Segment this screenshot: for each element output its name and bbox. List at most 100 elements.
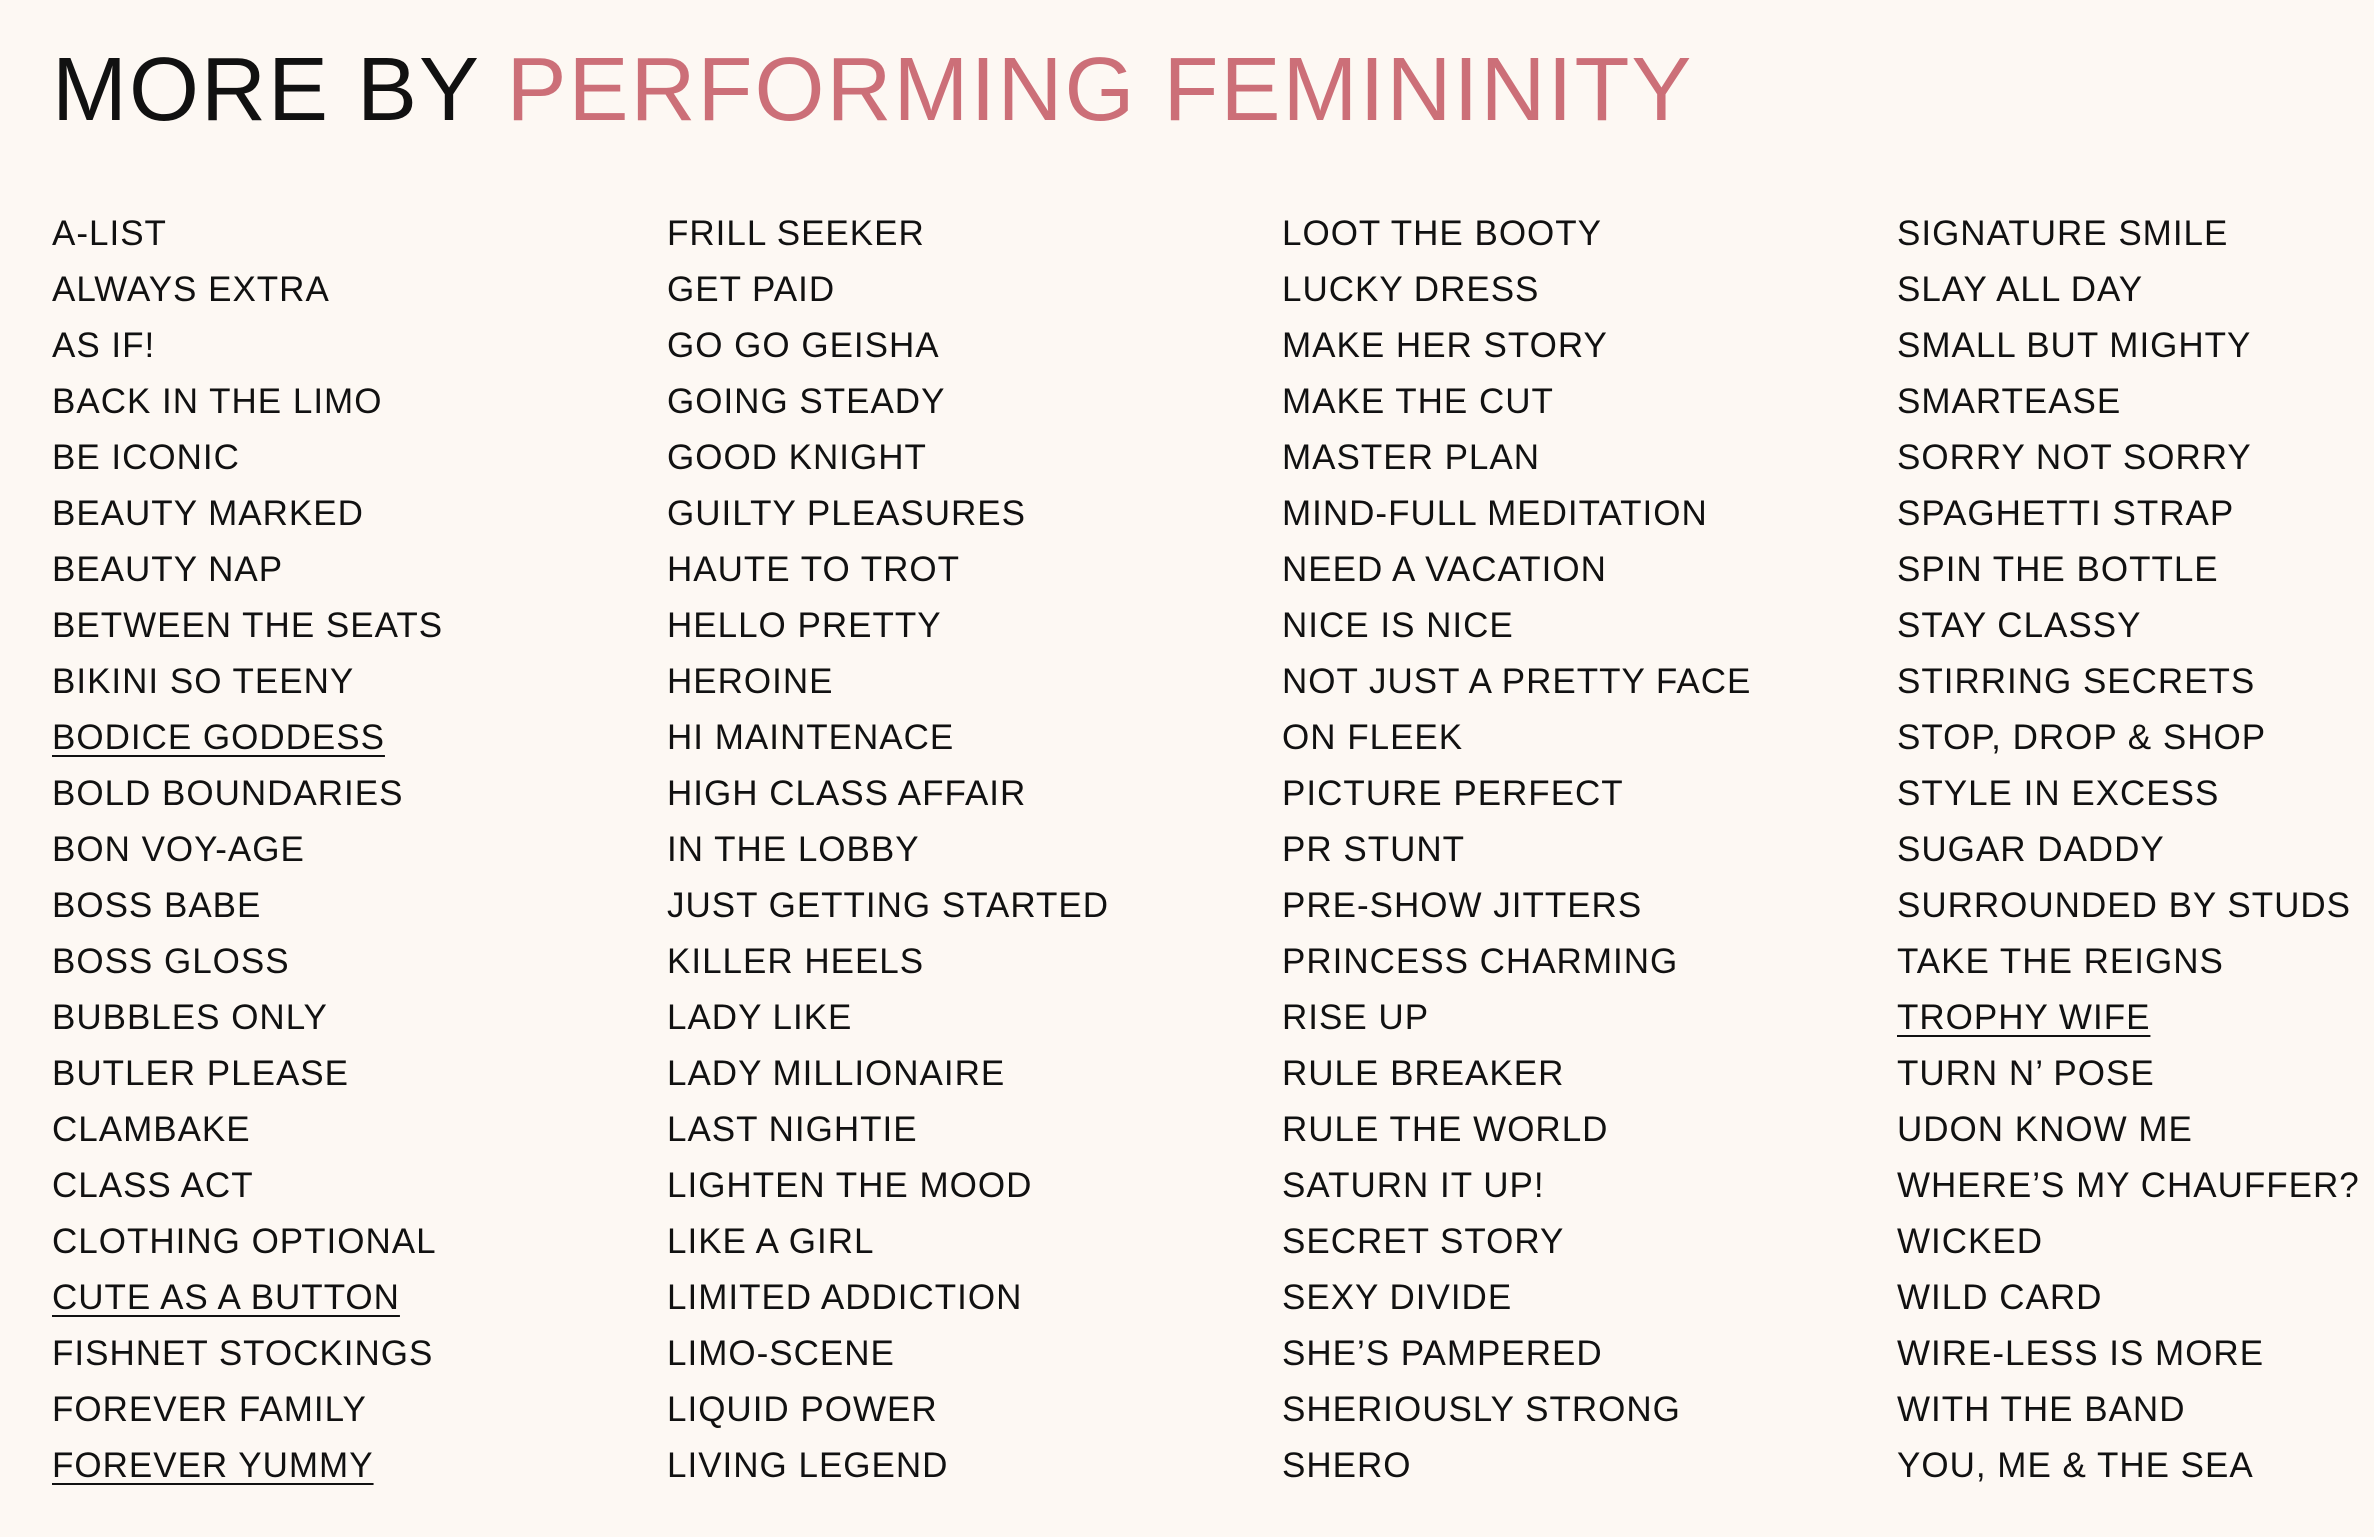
shade-link[interactable]: CUTE AS A BUTTON (52, 1270, 667, 1326)
shade-column-1: A-LIST ALWAYS EXTRA AS IF! BACK IN THE LIMO… (52, 206, 667, 1494)
shade-item: SHERO (1282, 1446, 1412, 1485)
shade-item: KILLER HEELS (667, 942, 925, 981)
shade-item: BIKINI SO TEENY (52, 662, 355, 701)
shade-item: LIVING LEGEND (667, 1446, 949, 1485)
shade-item: CLAMBAKE (52, 1110, 251, 1149)
shade-item: RULE THE WORLD (1282, 1110, 1609, 1149)
shade-item: SUGAR DADDY (1897, 830, 2165, 869)
shade-item: JUST GETTING STARTED (667, 886, 1109, 925)
shade-item: SEXY DIVIDE (1282, 1278, 1513, 1317)
shade-item: SHE’S PAMPERED (1282, 1334, 1603, 1373)
shade-item: MAKE HER STORY (1282, 326, 1608, 365)
shade-item: CLOTHING OPTIONAL (52, 1222, 437, 1261)
shade-item: BOLD BOUNDARIES (52, 774, 404, 813)
shade-item: SHERIOUSLY STRONG (1282, 1390, 1681, 1429)
shade-item: LADY LIKE (667, 998, 853, 1037)
shade-item: CLASS ACT (52, 1166, 254, 1205)
shade-item: HELLO PRETTY (667, 606, 942, 645)
shade-item: GOING STEADY (667, 382, 946, 421)
title-brand-name: PERFORMING FEMININITY (506, 40, 1694, 140)
shade-item: SPAGHETTI STRAP (1897, 494, 2235, 533)
shade-item: SECRET STORY (1282, 1222, 1565, 1261)
shade-item: WILD CARD (1897, 1278, 2103, 1317)
shade-item: AS IF! (52, 326, 156, 365)
shade-item: GO GO GEISHA (667, 326, 940, 365)
shade-item: NEED A VACATION (1282, 550, 1607, 589)
shade-item: LAST NIGHTIE (667, 1110, 918, 1149)
shade-item: BETWEEN THE SEATS (52, 606, 444, 645)
shade-item: SIGNATURE SMILE (1897, 214, 2229, 253)
shade-item: PRINCESS CHARMING (1282, 942, 1679, 981)
shade-item: BACK IN THE LIMO (52, 382, 383, 421)
shade-item: BON VOY-AGE (52, 830, 305, 869)
shade-item: LOOT THE BOOTY (1282, 214, 1602, 253)
shade-item: SORRY NOT SORRY (1897, 438, 2252, 477)
shade-item: HIGH CLASS AFFAIR (667, 774, 1027, 813)
shade-item: SMALL BUT MIGHTY (1897, 326, 2252, 365)
shade-item: MASTER PLAN (1282, 438, 1540, 477)
shade-item: ON FLEEK (1282, 718, 1464, 757)
shade-item: WITH THE BAND (1897, 1390, 2186, 1429)
shade-item: STOP, DROP & SHOP (1897, 718, 2267, 757)
shade-item: BEAUTY NAP (52, 550, 284, 589)
shade-column-3: LOOT THE BOOTY LUCKY DRESS MAKE HER STORY M… (1282, 206, 1897, 1494)
shade-item: FOREVER FAMILY (52, 1390, 367, 1429)
shade-item: PR STUNT (1282, 830, 1465, 869)
shade-item: ALWAYS EXTRA (52, 270, 330, 309)
shade-item: LIMO-SCENE (667, 1334, 895, 1373)
shade-item: LIKE A GIRL (667, 1222, 875, 1261)
shade-item: FISHNET STOCKINGS (52, 1334, 434, 1373)
shade-item: MIND-FULL MEDITATION (1282, 494, 1708, 533)
shade-item: A-LIST (52, 214, 167, 253)
shade-list: A-LIST ALWAYS EXTRA AS IF! BACK IN THE LIMO… (52, 206, 2362, 1494)
shade-item: BUBBLES ONLY (52, 998, 328, 1037)
shade-item: SURROUNDED BY STUDS (1897, 886, 2351, 925)
shade-item: STYLE IN EXCESS (1897, 774, 2220, 813)
shade-item: LADY MILLIONAIRE (667, 1054, 1006, 1093)
shade-item: WHERE’S MY CHAUFFER? (1897, 1166, 2360, 1205)
shade-item: PICTURE PERFECT (1282, 774, 1624, 813)
shade-item: HAUTE TO TROT (667, 550, 961, 589)
shade-link[interactable]: BODICE GODDESS (52, 710, 667, 766)
page-title: MORE BY PERFORMING FEMININITY (52, 30, 1693, 150)
shade-item: SLAY ALL DAY (1897, 270, 2144, 309)
shade-item: BE ICONIC (52, 438, 240, 477)
shade-link[interactable]: TROPHY WIFE (1897, 990, 2362, 1046)
shade-item: NICE IS NICE (1282, 606, 1514, 645)
shade-item: BOSS BABE (52, 886, 262, 925)
shade-item: LIMITED ADDICTION (667, 1278, 1023, 1317)
shade-item: BUTLER PLEASE (52, 1054, 349, 1093)
shade-item: STIRRING SECRETS (1897, 662, 2256, 701)
title-prefix: MORE BY (52, 40, 480, 140)
shade-item: LIGHTEN THE MOOD (667, 1166, 1033, 1205)
shade-item: TURN N’ POSE (1897, 1054, 2155, 1093)
shade-item: MAKE THE CUT (1282, 382, 1554, 421)
shade-item: GUILTY PLEASURES (667, 494, 1026, 533)
shade-item: FRILL SEEKER (667, 214, 925, 253)
shade-column-2: FRILL SEEKER GET PAID GO GO GEISHA GOING ST… (667, 206, 1282, 1494)
shade-item: WICKED (1897, 1222, 2043, 1261)
shade-item: NOT JUST A PRETTY FACE (1282, 662, 1752, 701)
shade-item: YOU, ME & THE SEA (1897, 1446, 2254, 1485)
shade-item: RISE UP (1282, 998, 1430, 1037)
shade-item: PRE-SHOW JITTERS (1282, 886, 1643, 925)
shade-column-4: SIGNATURE SMILE SLAY ALL DAY SMALL BUT MIG… (1897, 206, 2362, 1494)
shade-item: STAY CLASSY (1897, 606, 2142, 645)
shade-item: LIQUID POWER (667, 1390, 938, 1429)
shade-item: WIRE-LESS IS MORE (1897, 1334, 2265, 1373)
shade-item: SATURN IT UP! (1282, 1166, 1545, 1205)
shade-item: BOSS GLOSS (52, 942, 290, 981)
shade-item: LUCKY DRESS (1282, 270, 1540, 309)
shade-item: IN THE LOBBY (667, 830, 920, 869)
shade-item: RULE BREAKER (1282, 1054, 1565, 1093)
shade-item: SMARTEASE (1897, 382, 2122, 421)
shade-item: HEROINE (667, 662, 834, 701)
shade-link[interactable]: FOREVER YUMMY (52, 1438, 667, 1494)
shade-item: TAKE THE REIGNS (1897, 942, 2224, 981)
shade-item: HI MAINTENACE (667, 718, 955, 757)
shade-item: GOOD KNIGHT (667, 438, 927, 477)
shade-item: SPIN THE BOTTLE (1897, 550, 2219, 589)
shade-item: UDON KNOW ME (1897, 1110, 2193, 1149)
shade-item: BEAUTY MARKED (52, 494, 364, 533)
shade-item: GET PAID (667, 270, 836, 309)
